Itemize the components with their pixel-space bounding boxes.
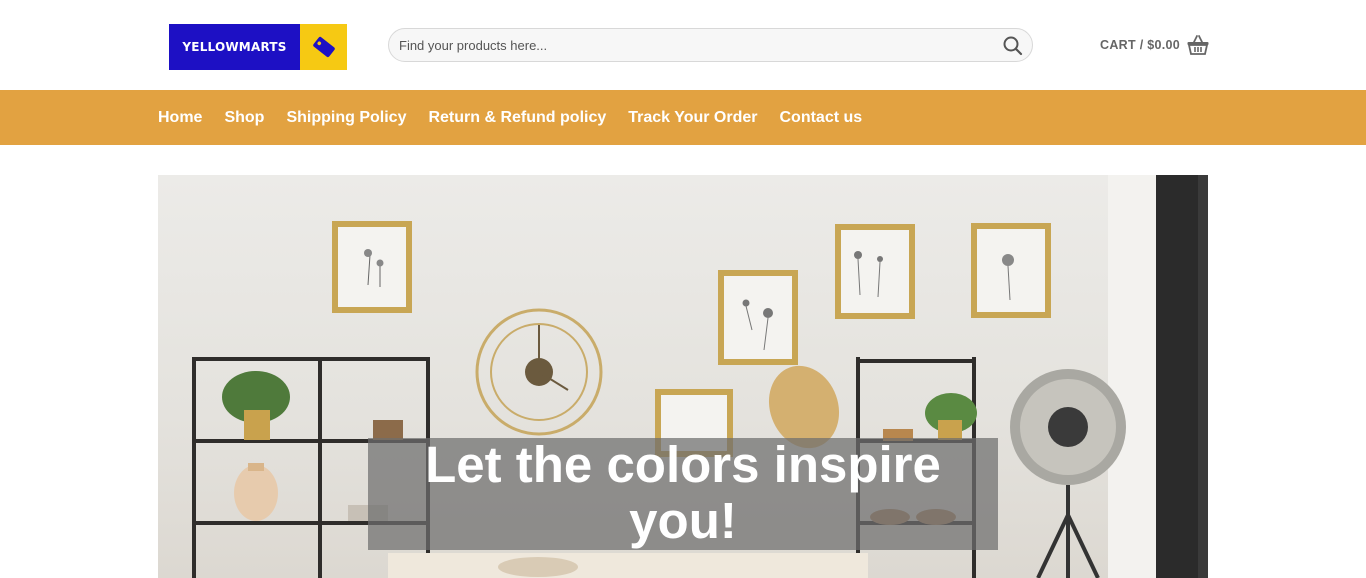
search-bar [388, 28, 1033, 62]
tag-icon [313, 36, 335, 58]
nav-link-shipping-policy[interactable]: Shipping Policy [286, 109, 406, 126]
basket-icon [1187, 35, 1209, 55]
site-logo[interactable]: YELLOWMARTS [169, 24, 347, 70]
nav-item-shipping-policy: Shipping Policy [286, 109, 406, 127]
nav-list: Home Shop Shipping Policy Return & Refun… [158, 90, 884, 145]
nav-link-contact[interactable]: Contact us [780, 109, 863, 126]
search-input[interactable] [399, 29, 989, 61]
nav-item-return-refund: Return & Refund policy [428, 109, 606, 127]
search-button[interactable] [1002, 35, 1024, 57]
nav-link-home[interactable]: Home [158, 109, 202, 126]
cart-link[interactable]: CART / $0.00 [1100, 33, 1210, 57]
nav-link-track-order[interactable]: Track Your Order [628, 109, 757, 126]
nav-item-home: Home [158, 109, 202, 127]
cart-label: CART / $0.00 [1100, 38, 1181, 52]
main-nav: Home Shop Shipping Policy Return & Refun… [0, 90, 1366, 145]
search-icon [1003, 36, 1023, 56]
nav-link-return-refund[interactable]: Return & Refund policy [428, 109, 606, 126]
logo-text: YELLOWMARTS [169, 24, 300, 70]
logo-badge [300, 24, 347, 70]
hero-banner[interactable]: Let the colors inspire you! [158, 175, 1208, 578]
hero-title: Let the colors inspire you! [425, 436, 941, 549]
site-header: YELLOWMARTS CART / $0.00 [0, 0, 1366, 90]
nav-item-track-order: Track Your Order [628, 109, 757, 127]
nav-item-contact: Contact us [780, 109, 863, 127]
nav-item-shop: Shop [224, 109, 264, 127]
nav-link-shop[interactable]: Shop [224, 109, 264, 126]
